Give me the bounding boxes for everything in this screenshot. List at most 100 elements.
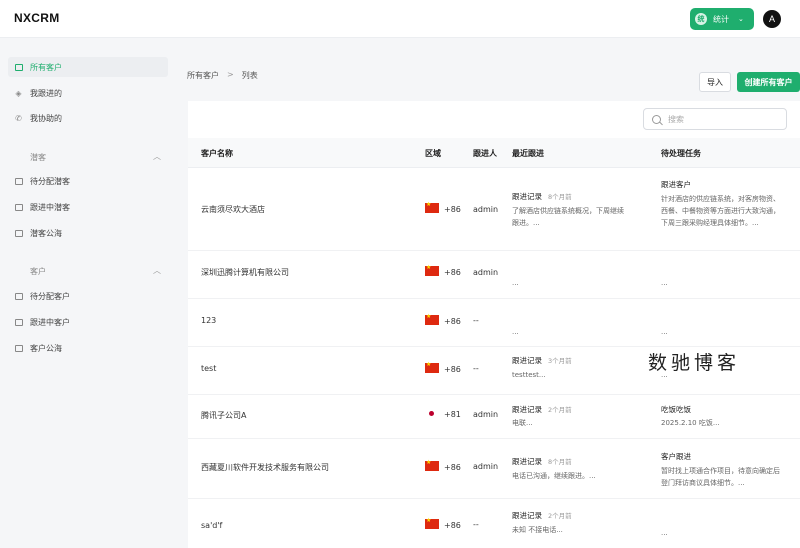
followup-time: 3个月前	[548, 357, 572, 365]
table-row[interactable]: 腾讯子公司A +81 admin 跟进记录 2个月前 电联... 吃饭吃饭 202…	[188, 395, 800, 439]
sidebar-item-following-leads[interactable]: 跟进中潜客	[8, 197, 168, 217]
followup-body: 电话已沟通，继续跟进。...	[512, 472, 596, 480]
sidebar-item-label: 跟进中客户	[30, 317, 70, 327]
avatar[interactable]: A	[763, 10, 781, 28]
breadcrumb-root[interactable]: 所有客户	[187, 70, 219, 81]
chevron-up-icon[interactable]: ︿	[153, 265, 161, 276]
task-body: 2025.2.10 吃饭...	[661, 419, 720, 427]
brand-logo[interactable]: NXCRM	[14, 11, 60, 25]
task-body: ...	[661, 529, 668, 537]
chevron-up-icon[interactable]: ︿	[153, 151, 161, 162]
stats-dropdown-button[interactable]: 统 统计 ⌄	[690, 8, 754, 30]
table-row[interactable]: sa'd'f +86 -- 跟进记录2个月前 未知 不接电话... ...	[188, 499, 800, 548]
chevron-down-icon: ⌄	[738, 15, 744, 23]
sidebar-item-following-customers[interactable]: 跟进中客户	[8, 312, 168, 332]
sidebar-item-label: 我协助的	[30, 113, 62, 123]
section-title-leads: 潜客	[30, 153, 46, 162]
region-code: +86	[444, 463, 461, 472]
china-flag-icon	[425, 361, 439, 373]
sidebar-item-customer-pool[interactable]: 客户公海	[8, 338, 168, 358]
followup-time: 8个月前	[548, 458, 572, 466]
table-row[interactable]: 云南须尽欢大酒店 +86 admin 跟进记录8个月前 了解酒店供应链系统概况，…	[188, 169, 800, 251]
sidebar-item-label: 客户公海	[30, 343, 62, 353]
box-icon	[14, 292, 23, 301]
import-button[interactable]: 导入	[699, 72, 731, 92]
header-owner[interactable]: 跟进人	[473, 148, 497, 159]
table-row[interactable]: 123 +86 -- ... ...	[188, 299, 800, 347]
task-title: 客户跟进	[661, 452, 691, 461]
sidebar-item-label: 所有客户	[30, 62, 62, 72]
customer-name[interactable]: 云南须尽欢大酒店	[201, 204, 265, 215]
customer-name[interactable]: sa'd'f	[201, 521, 222, 530]
followup-time: 2个月前	[548, 512, 572, 520]
table-row[interactable]: 西藏夏川软件开发技术服务有限公司 +86 admin 跟进记录8个月前 电话已沟…	[188, 439, 800, 499]
sidebar-item-lead-pool[interactable]: 潜客公海	[8, 223, 168, 243]
task-title: 跟进客户	[661, 180, 691, 189]
task-title: 吃饭吃饭	[661, 405, 691, 414]
owner-name: admin	[473, 410, 499, 419]
region-code: +86	[444, 268, 461, 277]
breadcrumb-separator: >	[227, 70, 234, 79]
breadcrumb-current: 列表	[241, 71, 258, 80]
box-icon	[14, 229, 23, 238]
main-content: 所有客户 > 列表 导入 创建所有客户 客户名称 区域 跟进人 最近跟进 待处理…	[172, 38, 800, 548]
phone-icon: ✆	[15, 113, 22, 123]
china-flag-icon	[425, 459, 439, 471]
box-icon	[14, 318, 23, 327]
header-region[interactable]: 区域	[425, 148, 441, 159]
china-flag-icon	[425, 264, 439, 276]
owner-name: --	[473, 520, 479, 529]
region-code: +81	[444, 410, 461, 419]
sidebar-item-label: 潜客公海	[30, 228, 62, 238]
customer-name[interactable]: 深圳迅腾计算机有限公司	[201, 267, 289, 278]
followup-time: 2个月前	[548, 406, 572, 414]
box-icon	[14, 177, 23, 186]
owner-name: --	[473, 316, 479, 325]
sidebar-item-my-assists[interactable]: ✆ 我协助的	[8, 108, 168, 128]
followup-title: 跟进记录 3个月前	[512, 356, 572, 365]
box-icon	[14, 344, 23, 353]
layers-icon: ◈	[15, 88, 22, 98]
followup-body: testtest...	[512, 371, 546, 379]
section-title-customers: 客户	[30, 267, 46, 276]
table-header: 客户名称 区域 跟进人 最近跟进 待处理任务	[188, 138, 800, 168]
customer-name[interactable]: 西藏夏川软件开发技术服务有限公司	[201, 462, 329, 473]
china-flag-icon	[425, 313, 439, 325]
header-pending-task[interactable]: 待处理任务	[661, 148, 701, 159]
search-input[interactable]	[668, 114, 778, 124]
followup-title: 跟进记录 8个月前	[512, 192, 572, 201]
sidebar-item-unassigned-customers[interactable]: 待分配客户	[8, 286, 168, 306]
followup-body: 未知 不接电话...	[512, 526, 563, 534]
box-icon	[14, 203, 23, 212]
region-code: +86	[444, 317, 461, 326]
sidebar-item-my-followups[interactable]: ◈ 我跟进的	[8, 83, 168, 103]
table-row[interactable]: 深圳迅腾计算机有限公司 +86 admin ... ...	[188, 251, 800, 299]
customer-name[interactable]: 123	[201, 316, 216, 325]
followup-title: 跟进记录 8个月前	[512, 457, 572, 466]
header-name[interactable]: 客户名称	[201, 148, 233, 159]
sidebar-item-label: 跟进中潜客	[30, 202, 70, 212]
followup-body: ...	[512, 279, 519, 287]
watermark-text: 数驰博客	[648, 352, 741, 374]
region-code: +86	[444, 365, 461, 374]
japan-flag-icon	[425, 409, 439, 419]
owner-name: --	[473, 364, 479, 373]
customer-name[interactable]: 腾讯子公司A	[201, 410, 246, 421]
customer-name[interactable]: test	[201, 364, 216, 373]
followup-title: 跟进记录 2个月前	[512, 405, 572, 414]
breadcrumb: 所有客户 > 列表	[187, 70, 258, 81]
create-customer-button[interactable]: 创建所有客户	[737, 72, 800, 92]
followup-body: ...	[512, 328, 519, 336]
china-flag-icon	[425, 201, 439, 213]
task-body: 针对酒店的供应链系统，对客房物资、西餐、中餐物资等方面进行大致沟通，下周三跟采购…	[661, 195, 780, 227]
stats-icon: 统	[695, 13, 707, 25]
header-last-followup[interactable]: 最近跟进	[512, 148, 544, 159]
sidebar-item-label: 我跟进的	[30, 88, 62, 98]
search-box[interactable]	[643, 108, 787, 130]
sidebar-item-all-customers[interactable]: 所有客户	[8, 57, 168, 77]
china-flag-icon	[425, 517, 439, 529]
region-code: +86	[444, 521, 461, 530]
followup-body: 电联...	[512, 419, 533, 427]
search-icon	[652, 114, 661, 124]
sidebar-item-unassigned-leads[interactable]: 待分配潜客	[8, 171, 168, 191]
